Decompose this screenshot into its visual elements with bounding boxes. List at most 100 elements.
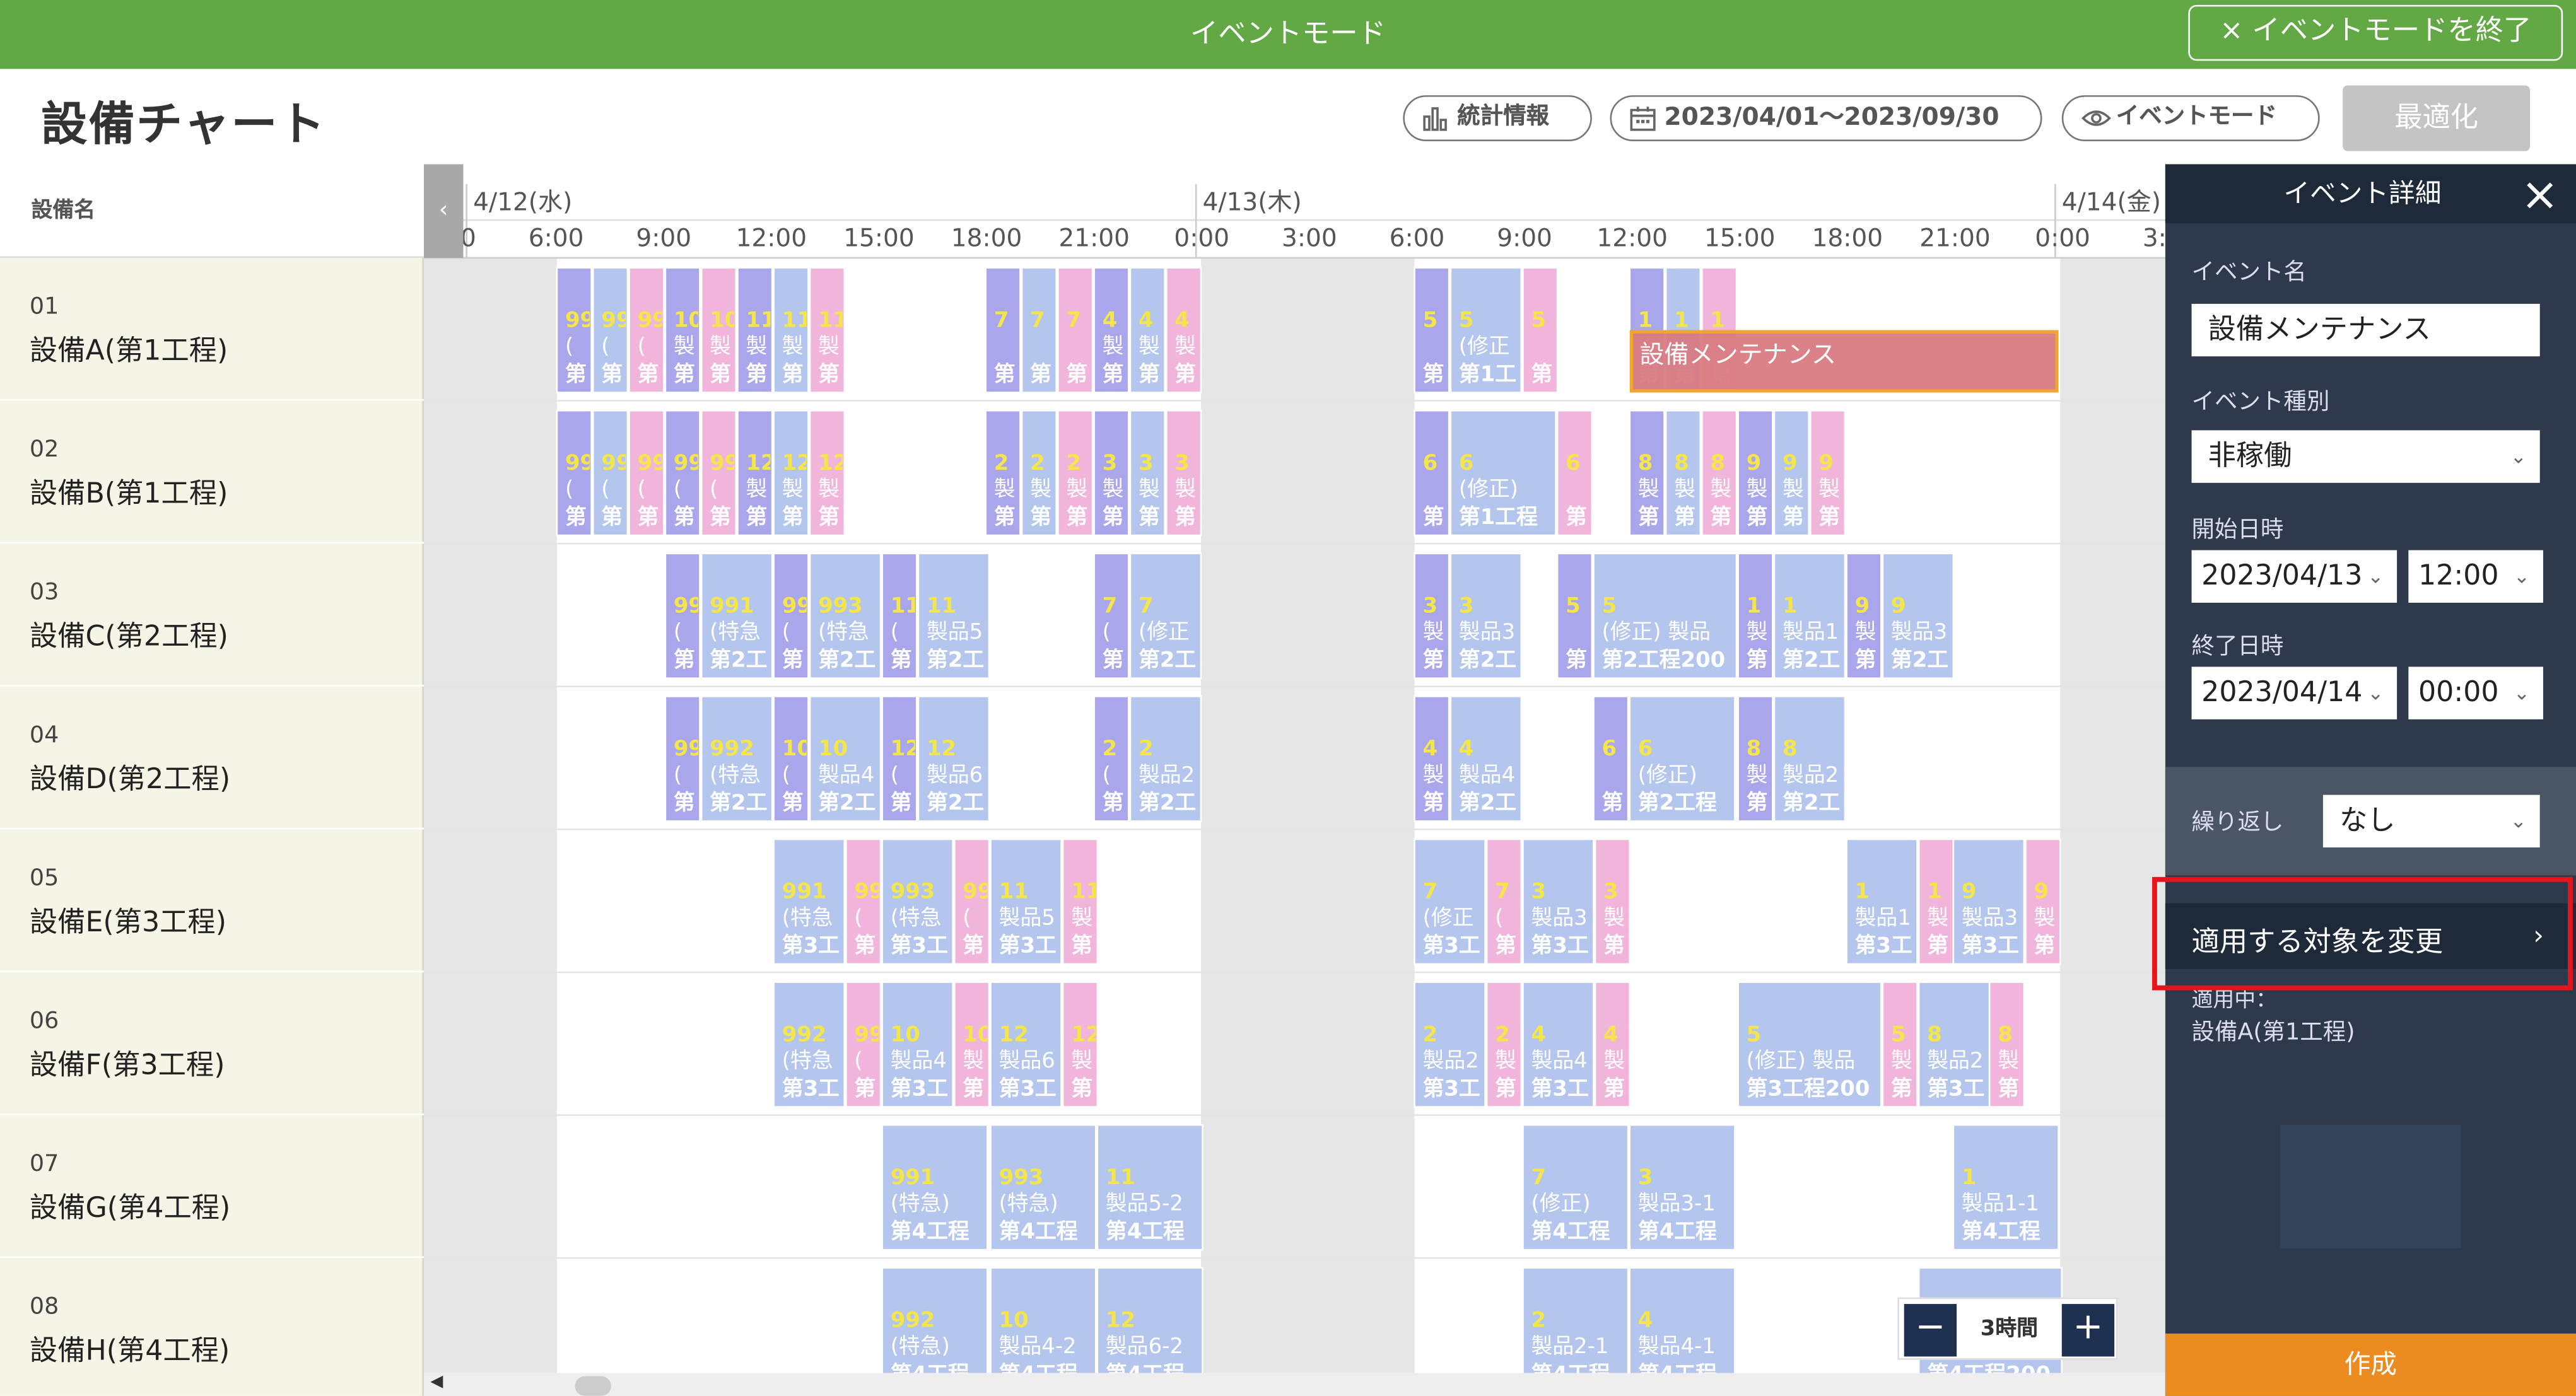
end-date-select[interactable]: 2023/04/14 ⌄ bbox=[2191, 666, 2397, 719]
task-process: 第3工 bbox=[999, 933, 1057, 958]
task-process: 第 bbox=[674, 790, 695, 815]
scroll-left-arrow-icon[interactable]: ◀ bbox=[430, 1373, 443, 1391]
task-process: 第 bbox=[1603, 933, 1625, 958]
zoom-out-button[interactable]: − bbox=[1904, 1304, 1957, 1357]
task-product: 製 bbox=[1066, 477, 1087, 501]
equipment-number: 04 bbox=[29, 723, 59, 749]
task-process: 第3工 bbox=[1423, 933, 1480, 958]
equipment-row[interactable]: 02 設備B(第1工程) bbox=[0, 401, 424, 544]
task-process: 第 bbox=[1066, 504, 1087, 529]
task-process: 第 bbox=[963, 1076, 984, 1100]
task-process: 第 bbox=[710, 361, 731, 386]
task-number: 6 bbox=[1638, 736, 1653, 760]
timeline-scroll-left-button[interactable]: ‹ bbox=[423, 164, 464, 258]
start-datetime-label: 開始日時 bbox=[2191, 517, 2284, 544]
close-icon[interactable] bbox=[2525, 181, 2555, 211]
event-type-select[interactable]: 非稼働 ⌄ bbox=[2191, 430, 2540, 483]
task-product: 製 bbox=[1638, 477, 1660, 501]
stats-button[interactable]: 統計情報 bbox=[1403, 95, 1592, 141]
zoom-control: − 3時間 + bbox=[1897, 1297, 2118, 1360]
equipment-row[interactable]: 07 設備G(第4工程) bbox=[0, 1115, 424, 1259]
task-product: 製 bbox=[1103, 477, 1124, 501]
optimize-button[interactable]: 最適化 bbox=[2343, 85, 2531, 151]
task-number: 1 bbox=[1674, 307, 1689, 332]
task-product: ( bbox=[674, 762, 682, 787]
off-hours-band bbox=[2060, 257, 2165, 1375]
task-number: 992 bbox=[782, 1021, 827, 1046]
task-process: 第1工 bbox=[1459, 361, 1516, 386]
equipment-row[interactable]: 04 設備D(第2工程) bbox=[0, 687, 424, 830]
task-process: 第 bbox=[1030, 504, 1051, 529]
task-process: 第 bbox=[854, 1076, 875, 1100]
equipment-number: 07 bbox=[29, 1151, 59, 1178]
equipment-row[interactable]: 01 設備A(第1工程) bbox=[0, 258, 424, 401]
task-process: 第 bbox=[565, 361, 587, 386]
task-product: ( bbox=[1103, 762, 1111, 787]
equipment-row[interactable]: 05 設備E(第3工程) bbox=[0, 829, 424, 972]
equipment-row[interactable]: 08 設備H(第4工程) bbox=[0, 1258, 424, 1396]
task-product: 製 bbox=[1495, 1048, 1516, 1073]
repeat-row: 繰り返し なし ⌄ bbox=[2165, 767, 2576, 876]
task-number: 993 bbox=[891, 879, 935, 904]
equipment-row[interactable]: 03 設備C(第2工程) bbox=[0, 544, 424, 687]
task-process: 第 bbox=[746, 504, 767, 529]
task-process: 第2工 bbox=[1783, 647, 1840, 672]
calendar-icon bbox=[1630, 107, 1656, 131]
task-process: 第 bbox=[1071, 1076, 1092, 1100]
task-product: ( bbox=[601, 334, 609, 358]
chevron-down-icon: ⌄ bbox=[2367, 681, 2384, 705]
exit-event-mode-button[interactable]: × イベントモードを終了 bbox=[2188, 4, 2563, 61]
start-time-select[interactable]: 12:00 ⌄ bbox=[2408, 550, 2543, 603]
hour-tick-label: 21:00 bbox=[1058, 224, 1130, 253]
task-product: (特急 bbox=[818, 619, 869, 644]
task-product: (特急 bbox=[710, 762, 761, 787]
equipment-name: 設備G(第4工程) bbox=[29, 1192, 231, 1226]
applied-target-value: 設備A(第1工程) bbox=[2191, 1020, 2355, 1047]
task-process: 第 bbox=[1423, 647, 1444, 672]
task-process: 第 bbox=[1139, 361, 1160, 386]
zoom-level-label: 3時間 bbox=[1980, 1317, 2039, 1342]
start-time-value: 12:00 bbox=[2418, 560, 2499, 593]
equipment-number: 01 bbox=[29, 294, 59, 320]
repeat-select[interactable]: なし ⌄ bbox=[2322, 794, 2540, 847]
event-mode-toggle[interactable]: イベントモード bbox=[2061, 95, 2320, 141]
task-number: 12 bbox=[927, 736, 956, 760]
task-number: 7 bbox=[1066, 307, 1081, 332]
task-process: 第 bbox=[1674, 504, 1695, 529]
event-name-input[interactable]: 設備メンテナンス bbox=[2191, 303, 2540, 357]
task-number: 1 bbox=[1927, 879, 1942, 904]
task-process: 第 bbox=[1071, 933, 1092, 958]
equipment-row[interactable]: 06 設備F(第3工程) bbox=[0, 972, 424, 1115]
task-product: ( bbox=[782, 619, 790, 644]
task-product: 製品2 bbox=[1783, 762, 1839, 787]
hour-tick-label: 15:00 bbox=[1704, 224, 1776, 253]
date-range-button[interactable]: 2023/04/01〜2023/09/30 bbox=[1610, 95, 2042, 141]
zoom-in-button[interactable]: + bbox=[2061, 1304, 2115, 1357]
task-number: 9 bbox=[1855, 593, 1870, 618]
create-button[interactable]: 作成 bbox=[2165, 1333, 2576, 1396]
task-process: 第3工 bbox=[891, 933, 948, 958]
task-product: ( bbox=[891, 762, 899, 787]
gantt-chart[interactable]: 4/12(水)4/13(木)4/14(金)3:006:009:0012:0015… bbox=[423, 164, 2165, 1396]
scrollbar-thumb[interactable] bbox=[575, 1376, 611, 1396]
task-number: 5 bbox=[1601, 593, 1617, 618]
task-product: 製品6-2 bbox=[1106, 1334, 1183, 1358]
task-process: 第 bbox=[891, 647, 912, 672]
task-product: 製品2 bbox=[1423, 1048, 1479, 1073]
task-number: 7 bbox=[1030, 307, 1045, 332]
task-process: 第3工 bbox=[891, 1076, 948, 1100]
task-product: (修正) bbox=[1638, 762, 1697, 787]
end-time-select[interactable]: 00:00 ⌄ bbox=[2408, 666, 2543, 719]
task-product: (特急 bbox=[710, 619, 761, 644]
task-number: 1 bbox=[1710, 307, 1725, 332]
chevron-down-icon: ⌄ bbox=[2510, 445, 2527, 468]
task-process: 第4工程 bbox=[1962, 1219, 2040, 1243]
chevron-down-icon: ⌄ bbox=[2513, 681, 2531, 705]
task-product: 製品3-1 bbox=[1638, 1191, 1716, 1216]
task-process: 第 bbox=[674, 647, 695, 672]
task-process: 第2工程 bbox=[1638, 790, 1717, 815]
horizontal-scrollbar[interactable]: ◀ bbox=[423, 1373, 2165, 1396]
start-date-select[interactable]: 2023/04/13 ⌄ bbox=[2191, 550, 2397, 603]
task-process: 第2工 bbox=[818, 790, 875, 815]
task-number: 4 bbox=[1423, 736, 1438, 760]
